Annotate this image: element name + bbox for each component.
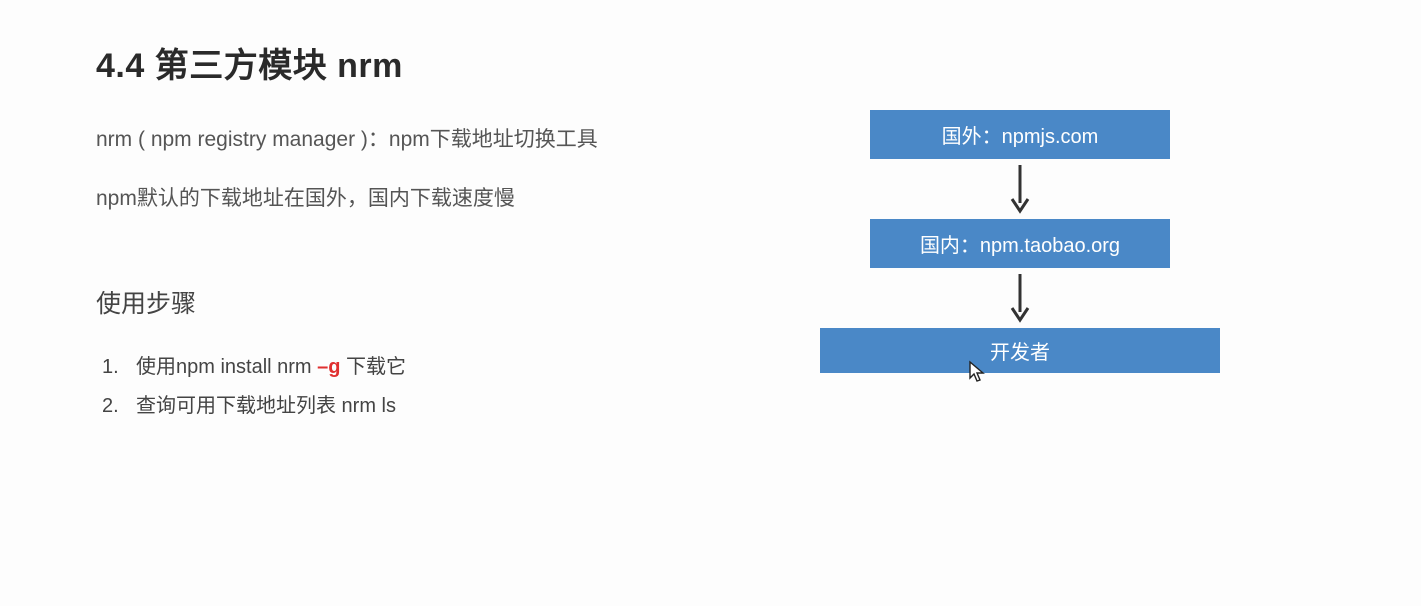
diagram-box-domestic: 国内：npm.taobao.org	[870, 219, 1170, 268]
steps-heading: 使用步骤	[96, 284, 696, 320]
diagram: 国外：npmjs.com 国内：npm.taobao.org 开发者	[820, 110, 1220, 373]
content-left: 4.4 第三方模块 nrm nrm ( npm registry manager…	[96, 38, 696, 426]
step-number: 2.	[102, 387, 136, 426]
list-item: 2. 查询可用下载地址列表 nrm ls	[102, 387, 696, 426]
list-item: 1. 使用npm install nrm –g 下载它	[102, 348, 696, 387]
step-text: 使用npm install nrm –g 下载它	[136, 348, 406, 387]
diagram-box-developer: 开发者	[820, 328, 1220, 373]
step-number: 1.	[102, 348, 136, 387]
subtitle-line-1: nrm ( npm registry manager )：npm下载地址切换工具	[96, 125, 696, 154]
steps-list: 1. 使用npm install nrm –g 下载它 2. 查询可用下载地址列…	[96, 348, 696, 426]
diagram-box-foreign: 国外：npmjs.com	[870, 110, 1170, 159]
step-text: 查询可用下载地址列表 nrm ls	[136, 387, 396, 426]
section-title: 4.4 第三方模块 nrm	[96, 38, 696, 87]
highlight-flag: –g	[317, 356, 340, 378]
arrow-down-icon	[1009, 159, 1031, 219]
arrow-down-icon	[1009, 268, 1031, 328]
subtitle-line-2: npm默认的下载地址在国外，国内下载速度慢	[96, 184, 696, 213]
